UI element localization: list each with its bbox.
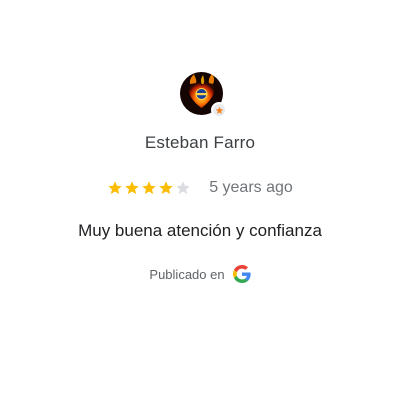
avatar-container[interactable]: [180, 72, 227, 118]
review-source[interactable]: Publicado en: [0, 264, 400, 284]
review-time: 5 years ago: [209, 179, 293, 196]
review-card: Esteban Farro 5 years ago Muy buena aten…: [0, 0, 400, 400]
local-guide-badge: [211, 102, 227, 118]
star-filled-icon: [124, 180, 140, 196]
star-empty-icon: [175, 180, 191, 196]
google-g-icon[interactable]: [232, 265, 251, 283]
rating-row: 5 years ago: [0, 178, 400, 198]
star-filled-icon: [107, 180, 123, 196]
published-label: Publicado en: [149, 266, 225, 282]
star-filled-icon: [141, 180, 157, 196]
review-text: Muy buena atención y confianza: [78, 221, 322, 240]
star-filled-icon: [158, 180, 174, 196]
author-name[interactable]: Esteban Farro: [0, 133, 400, 153]
local-guide-star-icon: [215, 106, 223, 114]
star-rating: [107, 180, 191, 196]
